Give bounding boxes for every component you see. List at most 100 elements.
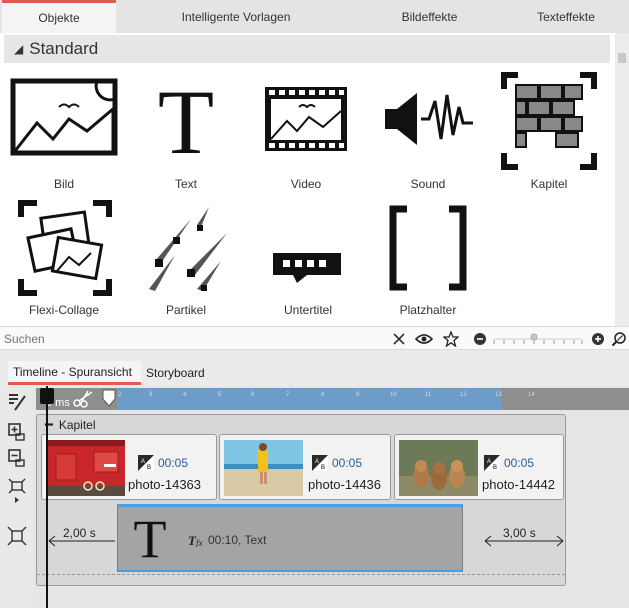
object-sound[interactable]: Sound <box>368 77 488 197</box>
ruler-tick: 7 <box>286 392 290 398</box>
clip-thumbnail <box>399 440 478 496</box>
ruler-tick: 8 <box>321 392 325 398</box>
search-zoom-icon[interactable] <box>610 329 628 349</box>
zoom-in-icon[interactable] <box>590 329 606 349</box>
ruler-tick: 12 <box>460 392 467 398</box>
particles-icon <box>149 207 227 291</box>
object-label: Platzhalter <box>399 303 457 317</box>
svg-text:fx: fx <box>196 538 203 547</box>
text-effect-icon: T fx <box>188 533 203 547</box>
object-label: Flexi-Collage <box>28 303 100 317</box>
section-header-standard[interactable]: ◢ Standard <box>4 35 610 63</box>
svg-text:B: B <box>493 465 497 471</box>
timeline[interactable]: 0 ms 1 2 3 4 5 6 7 8 9 10 11 12 13 14 ━ … <box>0 386 629 608</box>
ruler-tick: 4 <box>183 392 187 398</box>
object-tabs: Objekte Intelligente Vorlagen Bildeffekt… <box>0 0 629 33</box>
eye-icon[interactable] <box>413 329 435 349</box>
image-duration-icon: AB <box>312 455 328 471</box>
svg-text:T: T <box>134 511 167 563</box>
collapse-track-icon[interactable] <box>5 478 29 503</box>
ruler-tick: 11 <box>425 392 432 398</box>
zoom-slider[interactable] <box>492 329 584 349</box>
time-ruler[interactable]: 0 ms 1 2 3 4 5 6 7 8 9 10 11 12 13 14 <box>36 388 629 410</box>
image-clip-2[interactable]: AB 00:05 photo-14436 <box>219 434 391 500</box>
timeline-tabs: Timeline - Spuransicht Storyboard <box>0 361 629 385</box>
object-label: Kapitel <box>530 177 568 191</box>
magic-wand-icon[interactable] <box>5 390 29 414</box>
ruler-tick: 6 <box>251 392 255 398</box>
object-label: Text <box>174 177 197 191</box>
tab-objekte[interactable]: Objekte <box>2 0 116 33</box>
tab-texteffekte[interactable]: Texteffekte <box>503 0 629 33</box>
object-video[interactable]: Video <box>246 77 366 197</box>
chapter-track[interactable]: ━ Kapitel AB 00:05 photo-14363 A B 00:05… <box>36 414 566 586</box>
remove-track-icon[interactable] <box>5 446 29 470</box>
chapter-header[interactable]: ━ Kapitel <box>45 417 96 433</box>
ruler-tick: 3 <box>149 392 153 398</box>
text-clip-duration: 00:10, Text <box>208 533 267 547</box>
image-clip-3[interactable]: AB 00:05 photo-14442 <box>394 434 564 500</box>
tab-timeline-spuransicht[interactable]: Timeline - Spuransicht <box>8 361 141 385</box>
playhead-handle[interactable] <box>40 388 54 404</box>
search-bar <box>0 326 629 350</box>
ruler-tick: 2 <box>118 392 122 398</box>
object-flexi-collage[interactable]: Flexi-Collage <box>4 197 124 322</box>
ruler-tick: 10 <box>390 392 397 398</box>
marker-icon[interactable] <box>102 389 116 407</box>
svg-text:A: A <box>487 459 491 465</box>
section-title: Standard <box>29 39 99 58</box>
clip-duration: AB 00:05 <box>484 455 534 471</box>
collapse-triangle-icon[interactable]: ◢ <box>14 42 23 56</box>
object-text[interactable]: T Text <box>126 77 246 197</box>
text-track[interactable]: 2,00 s T T fx 00:10, Text 3,00 s <box>37 504 565 576</box>
svg-text:T: T <box>158 77 214 163</box>
clip-duration: AB 00:05 <box>138 455 188 471</box>
flexi-collage-icon <box>18 200 112 296</box>
objects-panel: ◢ Standard Bild T Text Video Sound Kapit… <box>0 33 629 326</box>
ruler-tick: 5 <box>218 392 222 398</box>
clip-filename: photo-14442 <box>482 477 556 492</box>
object-label: Video <box>290 177 322 191</box>
object-platzhalter[interactable]: Platzhalter <box>368 197 488 322</box>
clip-thumbnail <box>46 440 125 496</box>
image-clip-1[interactable]: AB 00:05 photo-14363 <box>41 434 217 500</box>
text-clip[interactable]: T T fx 00:10, Text <box>117 504 463 572</box>
clip-duration: AB 00:05 <box>312 455 362 471</box>
track-divider <box>37 574 565 575</box>
svg-text:B: B <box>147 465 151 471</box>
clear-search-icon[interactable] <box>389 329 409 349</box>
clip-filename: photo-14436 <box>308 477 382 492</box>
playhead[interactable] <box>40 386 54 608</box>
objects-scrollbar[interactable] <box>615 33 629 326</box>
zoom-out-icon[interactable] <box>472 329 488 349</box>
svg-text:A: A <box>315 459 319 465</box>
object-partikel[interactable]: Partikel <box>126 197 246 322</box>
svg-text:B: B <box>321 465 325 471</box>
object-untertitel[interactable]: Untertitel <box>248 197 368 322</box>
subtitle-icon <box>273 253 341 283</box>
tab-bildeffekte[interactable]: Bildeffekte <box>356 0 503 33</box>
text-clip-icon: T <box>134 511 167 563</box>
sound-icon <box>385 93 473 145</box>
placeholder-icon <box>389 205 467 291</box>
transition-in-duration[interactable]: 2,00 s <box>63 526 96 540</box>
tab-intelligente-vorlagen[interactable]: Intelligente Vorlagen <box>116 0 356 33</box>
text-icon: T <box>158 77 214 163</box>
object-bild[interactable]: Bild <box>4 77 124 197</box>
search-input[interactable] <box>2 329 382 348</box>
image-duration-icon: AB <box>138 455 154 471</box>
expand-track-icon[interactable] <box>5 524 29 548</box>
clip-thumbnail <box>224 440 303 496</box>
chapter-icon <box>501 72 597 170</box>
ruler-tick: 9 <box>356 392 360 398</box>
chapter-label: Kapitel <box>58 418 96 432</box>
ruler-tick: 13 <box>495 392 502 398</box>
ruler-selection[interactable] <box>117 388 501 410</box>
transition-out-duration[interactable]: 3,00 s <box>503 526 536 540</box>
tab-storyboard[interactable]: Storyboard <box>146 361 226 385</box>
scissors-icon[interactable] <box>72 390 94 408</box>
add-track-icon[interactable] <box>5 420 29 444</box>
scroll-thumb[interactable] <box>618 53 626 63</box>
star-icon[interactable] <box>440 329 462 349</box>
object-kapitel[interactable]: Kapitel <box>489 71 609 197</box>
